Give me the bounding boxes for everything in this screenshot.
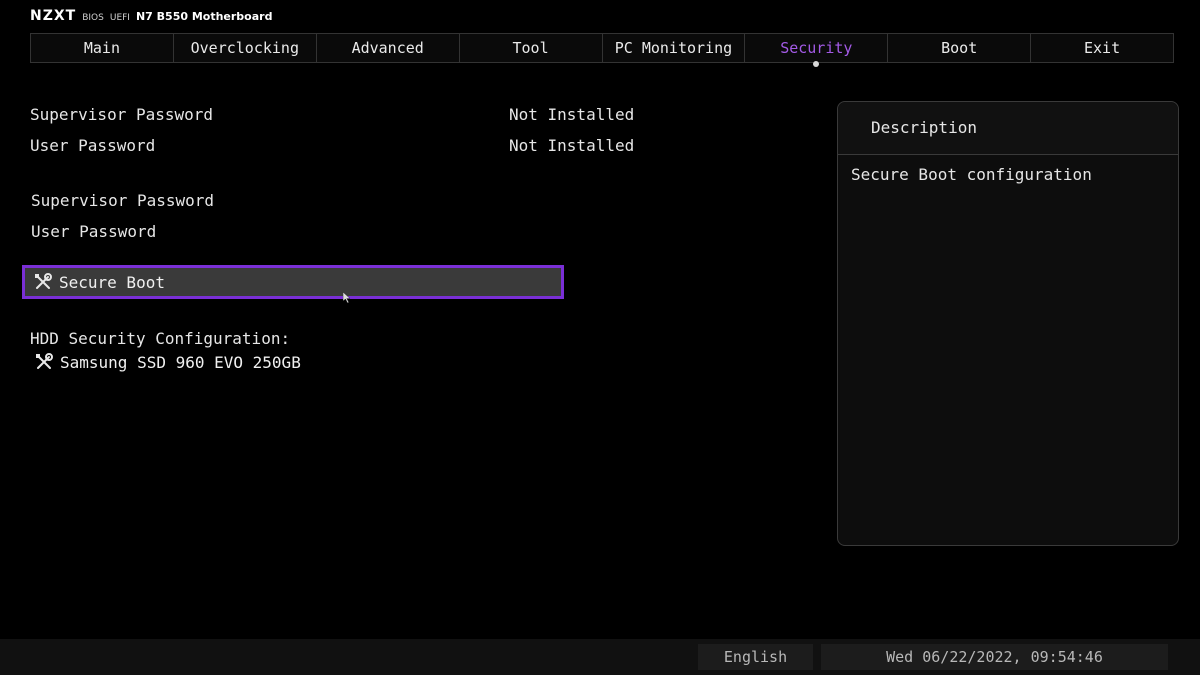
hdd-device-item[interactable]: Samsung SSD 960 EVO 250GB (34, 352, 301, 372)
tab-exit[interactable]: Exit (1031, 34, 1173, 62)
user-password-setting[interactable]: User Password (31, 222, 156, 241)
tab-security[interactable]: Security (745, 34, 889, 67)
description-text: Secure Boot configuration (851, 165, 1092, 184)
hdd-security-heading: HDD Security Configuration: (30, 329, 291, 348)
brand-header: NZXT BIOS UEFI N7 B550 Motherboard (30, 8, 272, 26)
brand-logo: NZXT (30, 8, 77, 24)
language-button[interactable]: English (698, 644, 813, 670)
user-password-status-value: Not Installed (509, 136, 635, 155)
tab-overclocking[interactable]: Overclocking (174, 34, 317, 62)
tab-boot[interactable]: Boot (888, 34, 1032, 62)
uefi-label: UEFI (109, 13, 130, 23)
tab-bar: Main Overclocking Advanced Tool PC Monit… (30, 33, 1174, 67)
model-name: N7 B550 Motherboard (135, 10, 273, 23)
description-title: Description (838, 102, 1178, 155)
hdd-device-label: Samsung SSD 960 EVO 250GB (60, 352, 301, 372)
mouse-cursor-icon (342, 289, 351, 308)
tab-advanced[interactable]: Advanced (317, 34, 460, 62)
tools-icon (34, 352, 54, 372)
tab-main[interactable]: Main (31, 34, 174, 62)
description-panel: Description Secure Boot configuration (837, 101, 1179, 546)
tab-security-label: Security (780, 39, 853, 57)
tab-pc-monitoring[interactable]: PC Monitoring (603, 34, 746, 62)
secure-boot-label: Secure Boot (59, 272, 165, 292)
tools-icon (33, 272, 53, 292)
date-time-display: Wed 06/22/2022, 09:54:46 (821, 644, 1168, 670)
active-tab-indicator (813, 61, 820, 67)
supervisor-password-status-label: Supervisor Password (30, 105, 214, 124)
supervisor-password-status-value: Not Installed (509, 105, 635, 124)
user-password-status-label: User Password (30, 136, 156, 155)
bios-label: BIOS (82, 13, 104, 23)
secure-boot-item[interactable]: Secure Boot (22, 265, 564, 299)
supervisor-password-setting[interactable]: Supervisor Password (31, 191, 214, 210)
tab-tool[interactable]: Tool (460, 34, 603, 62)
